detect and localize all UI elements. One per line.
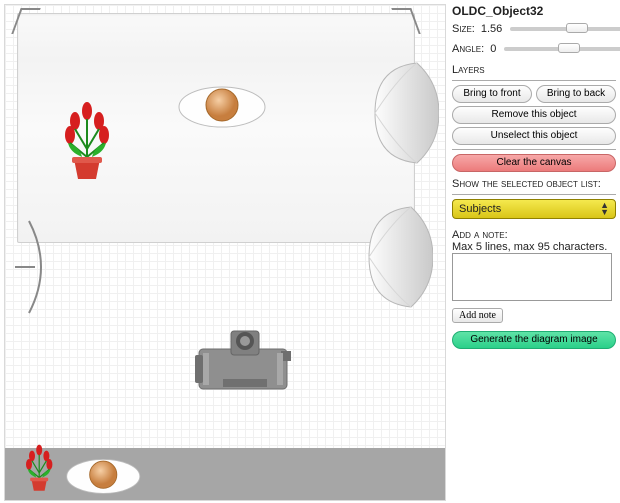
object-list-dropdown[interactable]: Subjects ▲▼ xyxy=(452,199,616,219)
softbox-top-object[interactable] xyxy=(367,59,439,167)
flower-pot-object[interactable] xyxy=(60,101,114,181)
camera-object[interactable] xyxy=(193,329,293,393)
note-heading: Add a note: xyxy=(452,229,616,241)
subject-object[interactable] xyxy=(177,83,267,131)
size-label: Size: xyxy=(452,23,475,35)
add-note-button[interactable]: Add note xyxy=(452,308,503,323)
camera-icon xyxy=(193,329,293,393)
angle-label: Angle: xyxy=(452,43,484,55)
diagram-canvas[interactable] xyxy=(4,4,446,501)
flower-icon xyxy=(23,444,55,492)
bring-to-back-button[interactable]: Bring to back xyxy=(536,85,616,103)
angle-slider[interactable] xyxy=(504,42,620,56)
softbox-icon xyxy=(361,203,433,311)
tray-flower[interactable] xyxy=(23,444,55,492)
person-icon xyxy=(177,83,267,131)
remove-object-button[interactable]: Remove this object xyxy=(452,106,616,124)
umbrella-icon xyxy=(15,219,63,315)
layers-heading: Layers xyxy=(452,64,616,76)
generate-button[interactable]: Generate the diagram image xyxy=(452,331,616,349)
tray-subject[interactable] xyxy=(65,456,142,497)
size-value: 1.56 xyxy=(481,23,502,35)
softbox-bottom-object[interactable] xyxy=(361,203,433,311)
bring-to-front-button[interactable]: Bring to front xyxy=(452,85,532,103)
person-icon xyxy=(65,456,142,497)
angle-value: 0 xyxy=(490,43,496,55)
umbrella-object[interactable] xyxy=(15,219,63,315)
object-list-selected: Subjects xyxy=(459,203,501,215)
unselect-object-button[interactable]: Unselect this object xyxy=(452,127,616,145)
object-id: OLDC_Object32 xyxy=(452,4,616,18)
note-hint: Max 5 lines, max 95 characters. xyxy=(452,241,616,253)
object-list-heading: Show the selected object list: xyxy=(452,178,616,190)
flower-icon xyxy=(60,101,114,181)
chevron-updown-icon: ▲▼ xyxy=(600,202,609,216)
object-tray xyxy=(5,448,445,500)
clear-canvas-button[interactable]: Clear the canvas xyxy=(452,154,616,172)
size-slider[interactable] xyxy=(510,22,620,36)
note-textarea[interactable] xyxy=(452,253,612,301)
softbox-icon xyxy=(367,59,439,167)
